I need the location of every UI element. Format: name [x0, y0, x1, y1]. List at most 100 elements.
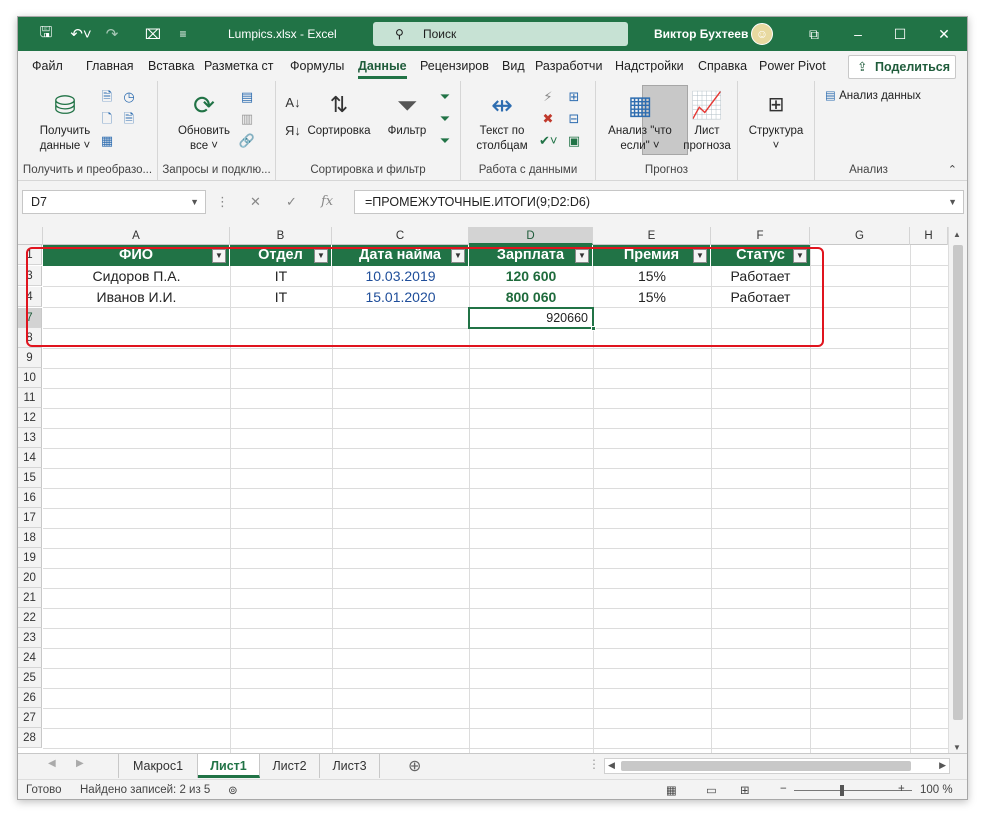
- tab-formulas[interactable]: Формулы: [290, 59, 344, 73]
- cell-a3[interactable]: Сидоров П.А.: [43, 266, 230, 286]
- text-to-columns-button[interactable]: ⇹ Текст по столбцам: [469, 89, 535, 154]
- expand-formula-icon[interactable]: ▼: [948, 191, 957, 213]
- collapse-ribbon-icon[interactable]: ⌃: [948, 163, 957, 176]
- filter-button-content[interactable]: ⏷ Фильтр: [384, 89, 430, 139]
- from-text-icon[interactable]: 🗎: [98, 89, 116, 105]
- row-header[interactable]: 15: [18, 468, 42, 488]
- outline-button[interactable]: ⊞ Структура ˅: [744, 89, 808, 154]
- tab-splitter-icon[interactable]: ⋮: [588, 757, 600, 771]
- cell-e3[interactable]: 15%: [593, 266, 711, 286]
- tab-page-layout[interactable]: Разметка ст: [204, 59, 273, 73]
- filter-dropdown-icon[interactable]: ▼: [451, 249, 465, 263]
- scroll-right-icon[interactable]: ▶: [939, 760, 946, 771]
- undo-icon[interactable]: ↶˅: [66, 24, 96, 44]
- worksheet-grid[interactable]: A B C D E F G H 1 3 4 7 8 9 10 11 12 13 14 15 16 17 18…: [18, 227, 967, 755]
- col-header-e[interactable]: E: [593, 227, 711, 245]
- relationships-icon[interactable]: ⊟: [565, 111, 583, 127]
- tab-addins[interactable]: Надстройки: [615, 59, 684, 73]
- what-if-button[interactable]: ▦ Анализ "что если" ˅: [604, 89, 676, 154]
- scroll-down-icon[interactable]: ▼: [953, 743, 961, 752]
- existing-connections-icon[interactable]: 🗎: [120, 111, 138, 127]
- clear-filter-icon[interactable]: ⏷: [436, 89, 454, 105]
- tab-review[interactable]: Рецензиров: [420, 59, 489, 73]
- horizontal-scroll-thumb[interactable]: [621, 761, 911, 771]
- col-header-f[interactable]: F: [711, 227, 810, 245]
- vertical-scroll-thumb[interactable]: [953, 245, 963, 720]
- row-header[interactable]: 23: [18, 628, 42, 648]
- fill-handle[interactable]: [591, 326, 596, 331]
- row-header[interactable]: 1: [18, 245, 42, 265]
- remove-duplicates-icon[interactable]: ✖: [539, 111, 557, 127]
- user-name[interactable]: Виктор Бухтеев: [654, 27, 748, 41]
- properties-icon[interactable]: ▥: [238, 111, 256, 127]
- vertical-scrollbar[interactable]: ▲ ▼: [948, 227, 967, 755]
- sheet-tab-list1[interactable]: Лист1: [198, 754, 260, 778]
- row-header[interactable]: 4: [18, 287, 42, 307]
- row-header[interactable]: 22: [18, 608, 42, 628]
- col-header-b[interactable]: B: [230, 227, 332, 245]
- maximize-button[interactable]: ☐: [886, 23, 914, 45]
- col-header-h[interactable]: H: [910, 227, 948, 245]
- ribbon-display-icon[interactable]: ⧉: [800, 23, 828, 45]
- cancel-icon[interactable]: ✕: [250, 190, 261, 214]
- sort-az-icon[interactable]: A↓: [284, 95, 302, 111]
- row-header[interactable]: 11: [18, 388, 42, 408]
- row-header[interactable]: 10: [18, 368, 42, 388]
- cell-c4[interactable]: 15.01.2020: [332, 287, 469, 307]
- filter-dropdown-icon[interactable]: ▼: [212, 249, 226, 263]
- sheet-tab-list3[interactable]: Лист3: [320, 754, 380, 778]
- row-header[interactable]: 7: [18, 308, 42, 328]
- col-header-a[interactable]: A: [43, 227, 230, 245]
- from-table-icon[interactable]: ▦: [98, 133, 116, 149]
- zoom-slider-thumb[interactable]: [840, 785, 844, 796]
- cell-e4[interactable]: 15%: [593, 287, 711, 307]
- row-header[interactable]: 9: [18, 348, 42, 368]
- filter-dropdown-icon[interactable]: ▼: [575, 249, 589, 263]
- advanced-filter-icon[interactable]: ⏷: [436, 133, 454, 149]
- share-button[interactable]: ⇪ Поделиться: [848, 55, 956, 79]
- row-header[interactable]: 24: [18, 648, 42, 668]
- filter-dropdown-icon[interactable]: ▼: [693, 249, 707, 263]
- col-header-c[interactable]: C: [332, 227, 469, 245]
- zoom-slider[interactable]: [794, 790, 912, 791]
- redo-icon[interactable]: ↷: [102, 24, 122, 44]
- cell-f3[interactable]: Работает: [711, 266, 810, 286]
- sort-za-icon[interactable]: Я↓: [284, 123, 302, 139]
- save-icon[interactable]: 🖫: [36, 24, 56, 44]
- col-header-g[interactable]: G: [810, 227, 910, 245]
- zoom-in-icon[interactable]: +: [898, 783, 905, 795]
- next-sheet-icon[interactable]: ▶: [76, 758, 84, 769]
- cell-d4[interactable]: 800 060: [469, 287, 593, 307]
- cell-b4[interactable]: IT: [230, 287, 332, 307]
- edit-links-icon[interactable]: 🔗: [238, 133, 256, 149]
- cell-b3[interactable]: IT: [230, 266, 332, 286]
- row-header[interactable]: 16: [18, 488, 42, 508]
- close-button[interactable]: ✕: [930, 23, 958, 45]
- row-header[interactable]: 14: [18, 448, 42, 468]
- minimize-button[interactable]: –: [844, 23, 872, 45]
- select-all-corner[interactable]: [18, 227, 43, 245]
- cell-a4[interactable]: Иванов И.И.: [43, 287, 230, 307]
- row-header[interactable]: 3: [18, 266, 42, 286]
- row-header[interactable]: 28: [18, 728, 42, 748]
- row-header[interactable]: 8: [18, 328, 42, 348]
- row-header[interactable]: 12: [18, 408, 42, 428]
- sheet-tab-list2[interactable]: Лист2: [260, 754, 320, 778]
- forecast-sheet-button[interactable]: 📈 Лист прогноза: [680, 89, 734, 154]
- horizontal-scrollbar[interactable]: ◀ ▶: [604, 758, 950, 774]
- prev-sheet-icon[interactable]: ◀: [48, 758, 56, 769]
- row-header[interactable]: 18: [18, 528, 42, 548]
- row-header[interactable]: 17: [18, 508, 42, 528]
- camera-icon[interactable]: ⌧: [142, 24, 164, 44]
- row-header[interactable]: 13: [18, 428, 42, 448]
- accessibility-icon[interactable]: ⊚: [228, 783, 238, 797]
- active-cell-d7[interactable]: 920660: [468, 307, 596, 331]
- cell-c3[interactable]: 10.03.2019: [332, 266, 469, 286]
- row-header[interactable]: 21: [18, 588, 42, 608]
- data-validation-icon[interactable]: ✔˅: [539, 133, 557, 149]
- col-header-d[interactable]: D: [469, 227, 593, 245]
- from-web-icon[interactable]: 🗋: [98, 111, 116, 127]
- queries-connections-icon[interactable]: ▤: [238, 89, 256, 105]
- normal-view-icon[interactable]: ▦: [666, 783, 677, 797]
- row-header[interactable]: 20: [18, 568, 42, 588]
